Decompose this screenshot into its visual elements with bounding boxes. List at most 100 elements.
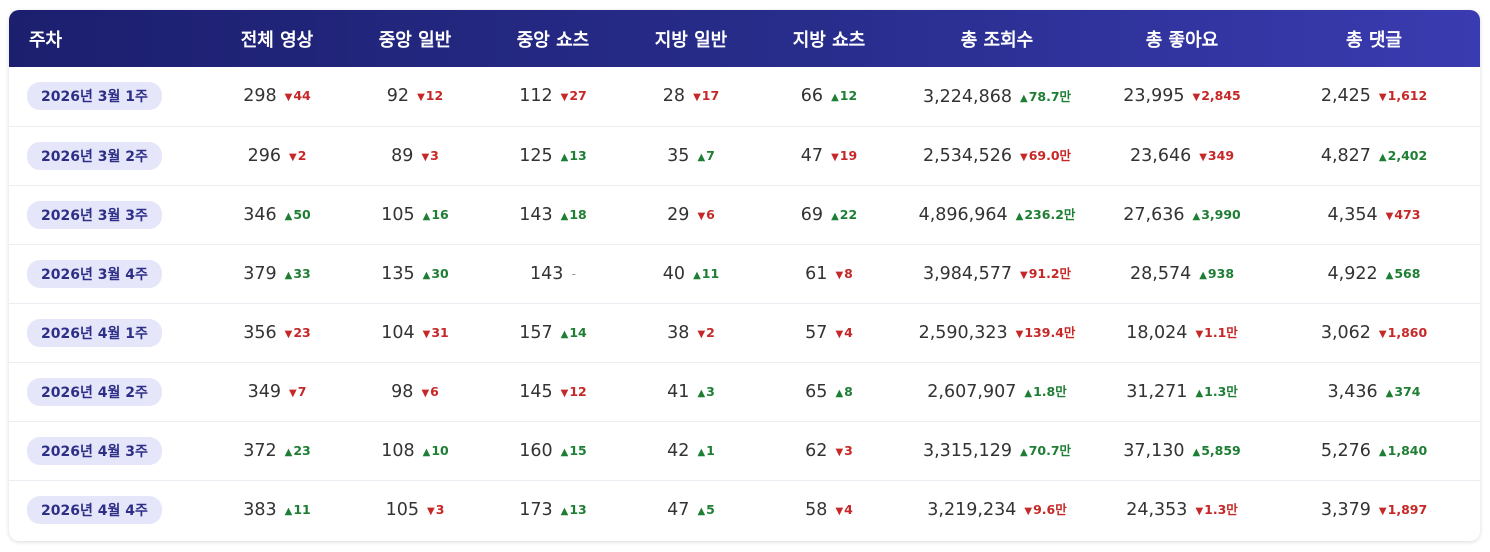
metric-value: 135 (381, 263, 415, 284)
metric-cell: 38 ▼2 (622, 303, 760, 362)
delta-value: 9.6만 (1033, 502, 1067, 518)
triangle-down-icon: ▼ (1020, 152, 1028, 163)
col-header-total-comments[interactable]: 총 댓글 (1268, 10, 1480, 67)
metric-value: 346 (243, 204, 277, 225)
triangle-up-icon: ▲ (1385, 387, 1394, 399)
triangle-down-icon: ▼ (835, 328, 844, 340)
metric-value: 41 (667, 381, 690, 402)
metric-value: 58 (805, 499, 828, 520)
delta-value: 10 (431, 442, 449, 458)
metric-cell: 3,224,868 ▲78.7만 (898, 67, 1096, 126)
delta-value: 4 (844, 501, 853, 517)
col-header-week[interactable]: 주차 (9, 10, 208, 67)
metric-value: 125 (519, 145, 553, 166)
table-header: 주차 전체 영상 중앙 일반 중앙 쇼츠 지방 일반 지방 쇼츠 총 조회수 총 좋아요 총 댓… (9, 10, 1480, 67)
metric-value: 4,354 (1327, 204, 1378, 225)
metric-cell: 143 ▲18 (484, 185, 622, 244)
delta-value: 12 (425, 88, 444, 104)
metric-cell: 143- (484, 244, 622, 303)
metric-value: 383 (243, 499, 277, 520)
metric-cell: 104 ▼31 (346, 303, 484, 362)
col-header-local-regular[interactable]: 지방 일반 (622, 10, 760, 67)
triangle-down-icon: ▼ (697, 328, 706, 340)
delta-indicator: ▼4 (835, 502, 852, 517)
triangle-up-icon: ▲ (560, 210, 569, 222)
triangle-down-icon: ▼ (1024, 506, 1033, 518)
metric-value: 3,315,129 (922, 441, 1013, 461)
delta-indicator: ▲374 (1386, 384, 1421, 399)
delta-indicator: ▲14 (561, 325, 587, 340)
delta-indicator: ▲22 (831, 207, 857, 222)
col-header-local-shorts[interactable]: 지방 쇼츠 (760, 10, 898, 67)
delta-indicator: ▼1,612 (1379, 88, 1427, 103)
metric-value: 157 (519, 322, 553, 343)
triangle-down-icon: ▼ (421, 151, 430, 163)
triangle-up-icon: ▲ (697, 446, 706, 458)
metric-value: 143 (519, 204, 553, 225)
metric-value: 24,353 (1126, 500, 1188, 521)
delta-indicator: ▼139.4만 (1016, 322, 1076, 341)
delta-value: 1,840 (1387, 442, 1428, 458)
triangle-down-icon: ▼ (1378, 505, 1387, 517)
triangle-down-icon: ▼ (693, 92, 701, 104)
metric-value: 37,130 (1123, 440, 1185, 461)
col-header-total-videos[interactable]: 전체 영상 (208, 10, 346, 67)
week-badge: 2026년 4월 2주 (27, 377, 162, 406)
col-header-central-shorts[interactable]: 중앙 쇼츠 (484, 10, 622, 67)
delta-value: 2 (706, 324, 715, 340)
metric-cell: 23,646 ▼349 (1096, 126, 1268, 185)
metric-cell: 42 ▲1 (622, 421, 760, 480)
week-cell: 2026년 4월 3주 (9, 421, 208, 480)
delta-value: 8 (844, 265, 853, 281)
metric-cell: 3,062 ▼1,860 (1268, 303, 1480, 362)
metric-value: 173 (519, 499, 553, 520)
delta-value: 236.2만 (1024, 207, 1076, 222)
table-row: 2026년 3월 1주 298 ▼44 92 ▼12 112 ▼27 28 ▼17 66 ▲12 3,… (9, 67, 1480, 126)
metric-value: 3,224,868 (922, 86, 1013, 107)
delta-value: 2,845 (1201, 88, 1241, 104)
table-row: 2026년 4월 4주 383 ▲11 105 ▼3 173 ▲13 47 ▲5 58 ▼4 3,21… (9, 480, 1480, 539)
delta-value: 6 (430, 383, 439, 399)
delta-indicator: ▲23 (285, 443, 311, 458)
delta-value: 6 (706, 206, 715, 222)
delta-value: 30 (431, 265, 449, 281)
metric-value: 4,922 (1327, 263, 1378, 284)
delta-value: 13 (569, 501, 587, 517)
table-row: 2026년 3월 4주 379 ▲33 135 ▲30 143-40 ▲11 61 ▼8 3,98… (9, 244, 1480, 303)
metric-cell: 28,574 ▲938 (1096, 244, 1268, 303)
metric-cell: 356 ▼23 (208, 303, 346, 362)
col-header-total-views[interactable]: 총 조회수 (898, 10, 1096, 67)
metric-value: 4,896,964 (918, 205, 1008, 225)
delta-indicator: ▲12 (831, 88, 857, 103)
metric-value: 3,436 (1327, 381, 1378, 402)
triangle-down-icon: ▼ (289, 387, 297, 399)
col-header-total-likes[interactable]: 총 좋아요 (1096, 10, 1268, 67)
delta-value: 69.0만 (1028, 148, 1072, 163)
delta-indicator: ▲11 (693, 266, 719, 281)
delta-indicator: ▼2 (289, 148, 306, 163)
col-header-central-regular[interactable]: 중앙 일반 (346, 10, 484, 67)
delta-value: 1 (706, 442, 715, 458)
delta-indicator: ▲1 (697, 443, 714, 458)
delta-indicator: ▲13 (561, 148, 587, 163)
metric-cell: 349 ▼7 (208, 362, 346, 421)
metric-cell: 3,315,129 ▲70.7만 (898, 421, 1096, 480)
metric-value: 98 (391, 381, 414, 402)
weekly-stats-card: 주차 전체 영상 중앙 일반 중앙 쇼츠 지방 일반 지방 쇼츠 총 조회수 총 좋아요 총 댓… (9, 10, 1480, 541)
metric-cell: 66 ▲12 (760, 67, 898, 126)
metric-value: 40 (662, 263, 686, 284)
triangle-down-icon: ▼ (422, 328, 431, 340)
triangle-up-icon: ▲ (422, 210, 431, 222)
metric-value: 47 (800, 145, 824, 166)
metric-cell: 4,354 ▼473 (1268, 185, 1480, 244)
metric-cell: 47 ▼19 (760, 126, 898, 185)
metric-cell: 35 ▲7 (622, 126, 760, 185)
delta-indicator: ▲2,402 (1379, 148, 1427, 163)
metric-cell: 62 ▼3 (760, 421, 898, 480)
metric-cell: 98 ▼6 (346, 362, 484, 421)
triangle-down-icon: ▼ (1015, 329, 1024, 340)
delta-indicator: ▲236.2만 (1016, 204, 1076, 223)
delta-value: 4 (844, 324, 853, 340)
metric-value: 35 (667, 145, 690, 166)
delta-indicator: ▲70.7만 (1020, 440, 1071, 459)
